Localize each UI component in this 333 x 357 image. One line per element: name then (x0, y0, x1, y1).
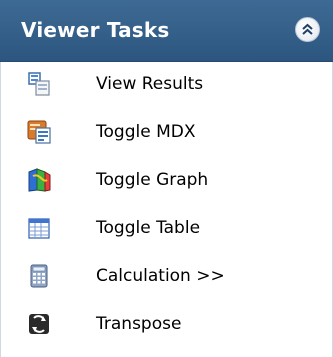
task-label: Toggle MDX (96, 122, 196, 142)
collapse-button[interactable] (295, 17, 320, 42)
task-toggle-graph[interactable]: Toggle Graph (1, 158, 332, 202)
transpose-icon (29, 314, 49, 334)
calculator-icon (30, 264, 48, 288)
double-chevron-up-icon (302, 23, 313, 35)
toggle-mdx-icon (27, 120, 51, 144)
panel-title: Viewer Tasks (21, 18, 170, 42)
task-label: Calculation >> (96, 266, 225, 286)
task-label: View Results (96, 74, 204, 94)
view-results-icon (28, 72, 50, 96)
panel-header: Viewer Tasks (0, 0, 333, 62)
task-label: Toggle Graph (96, 170, 209, 190)
task-toggle-mdx[interactable]: Toggle MDX (1, 110, 332, 154)
task-list: View Results Toggle MDX Toggle Graph Tog… (0, 62, 333, 357)
task-label: Transpose (96, 314, 182, 334)
task-toggle-table[interactable]: Toggle Table (1, 206, 332, 250)
viewer-tasks-panel: Viewer Tasks View Results Toggle MDX Tog… (0, 0, 333, 357)
toggle-graph-icon (28, 168, 51, 192)
task-view-results[interactable]: View Results (1, 62, 332, 106)
task-label: Toggle Table (96, 218, 201, 238)
task-calculation[interactable]: Calculation >> (1, 254, 332, 298)
toggle-table-icon (28, 218, 50, 239)
task-transpose[interactable]: Transpose (1, 302, 332, 346)
